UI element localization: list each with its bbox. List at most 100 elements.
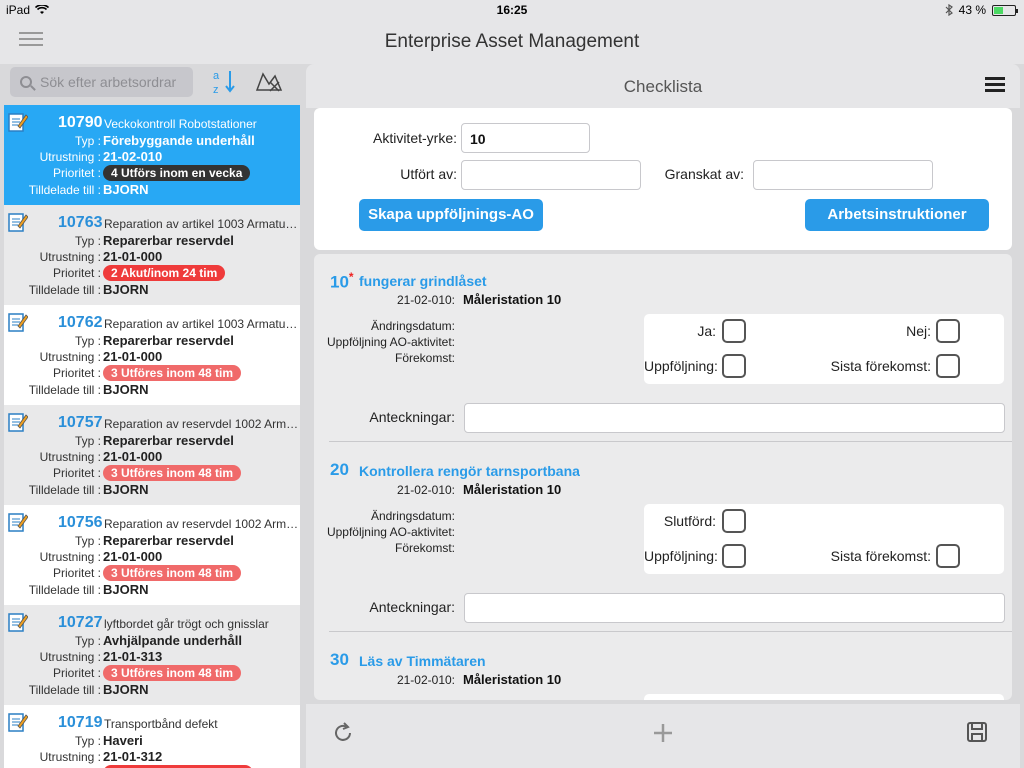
notes-field[interactable]	[464, 403, 1005, 433]
workorder-description: Reparation av artikel 1003 Armatu…	[104, 217, 298, 231]
task-title[interactable]: Läs av Timmätaren	[359, 653, 486, 669]
status-time: 16:25	[496, 3, 528, 17]
tilldelade-value: BJORN	[103, 582, 149, 597]
equipment-label: 21-02-010:	[396, 293, 455, 307]
search-icon	[20, 76, 32, 88]
typ-label: Typ :	[74, 234, 101, 248]
workorder-item[interactable]: 10727 lyftbordet går trögt och gnisslar Ty…	[4, 605, 300, 705]
tilldelade-value: BJORN	[103, 182, 149, 197]
utrustning-value: 21-01-313	[103, 649, 163, 664]
checklist-form: Aktivitet-yrke: 10 Utfört av: Granskat a…	[314, 108, 1012, 250]
checklist-panel: Checklista Aktivitet-yrke: 10 Utfört av:…	[306, 64, 1020, 768]
divider	[329, 441, 1012, 442]
workorder-item[interactable]: 10790 Veckokontroll Robotstationer Typ : Fö…	[4, 105, 300, 205]
map-icon[interactable]	[255, 70, 283, 94]
divider	[329, 631, 1012, 632]
typ-value: Reparerbar reservdel	[103, 333, 234, 348]
typ-label: Typ :	[74, 434, 101, 448]
typ-label: Typ :	[74, 534, 101, 548]
task-number: 20	[330, 460, 349, 479]
prioritet-label: Prioritet :	[52, 566, 101, 580]
granskat-field[interactable]	[753, 160, 933, 190]
tilldelade-label: Tilldelade till :	[28, 483, 101, 497]
ja-checkbox[interactable]	[722, 319, 746, 343]
utfort-field[interactable]	[461, 160, 641, 190]
tilldelade-label: Tilldelade till :	[28, 683, 101, 697]
workorder-number: 10719	[58, 714, 103, 731]
uppfoljning-checkbox[interactable]	[722, 354, 746, 378]
equipment-label: 21-02-010:	[396, 673, 455, 687]
edit-document-icon	[8, 611, 29, 633]
slutford-checkbox[interactable]	[722, 509, 746, 533]
utrustning-label: Utrustning :	[39, 250, 101, 264]
edit-document-icon	[8, 211, 29, 233]
task-title[interactable]: Kontrollera rengör tarnsportbana	[359, 463, 580, 479]
workorder-item[interactable]: 10756 Reparation av reservdel 1002 Arm… Ty…	[4, 505, 300, 605]
workorder-number: 10790	[58, 114, 103, 131]
sista-forekomst-label: Sista förekomst:	[830, 358, 931, 374]
sort-az-icon[interactable]: a z	[212, 68, 238, 96]
priority-badge: 3 Utföres inom 48 tim	[103, 565, 242, 581]
workorder-item[interactable]: 10757 Reparation av reservdel 1002 Arm… Ty…	[4, 405, 300, 505]
equipment-value: Måleristation 10	[463, 292, 562, 307]
plus-icon[interactable]	[652, 722, 674, 744]
workorder-item[interactable]: 10762 Reparation av artikel 1003 Armatu… T…	[4, 305, 300, 405]
priority-badge: 3 Utföres inom 48 tim	[103, 665, 242, 681]
battery-level	[994, 6, 1003, 14]
workorder-description: Reparation av artikel 1003 Armatu…	[104, 317, 298, 331]
tilldelade-label: Tilldelade till :	[28, 283, 101, 297]
tilldelade-value: BJORN	[103, 382, 149, 397]
workorder-number: 10763	[58, 214, 103, 231]
uppfoljning-label: Uppföljning:	[644, 358, 718, 374]
task-meta: Ändringsdatum: Uppföljning AO-aktivitet:…	[326, 319, 455, 365]
search-placeholder: Sök efter arbetsordrar	[40, 74, 177, 90]
list-menu-icon[interactable]	[985, 77, 1005, 93]
refresh-icon[interactable]	[332, 722, 354, 744]
prioritet-label: Prioritet :	[52, 266, 101, 280]
work-instructions-button[interactable]: Arbetsinstruktioner	[805, 199, 989, 231]
workorder-number: 10727	[58, 614, 103, 631]
task-number: 30	[330, 650, 349, 669]
equipment-value: Måleristation 10	[463, 482, 562, 497]
typ-value: Avhjälpande underhåll	[103, 633, 242, 648]
typ-label: Typ :	[74, 334, 101, 348]
workorder-description: Reparation av reservdel 1002 Arm…	[104, 417, 299, 431]
typ-label: Typ :	[74, 134, 101, 148]
workorder-item[interactable]: 10763 Reparation av artikel 1003 Armatu… T…	[4, 205, 300, 305]
typ-value: Reparerbar reservdel	[103, 233, 234, 248]
prioritet-label: Prioritet :	[52, 166, 101, 180]
save-icon[interactable]	[966, 721, 988, 743]
priority-badge: 2 Akut/inom 24 tim	[103, 265, 226, 281]
workorder-item[interactable]: 10719 Transportbånd defekt Typ : Haveri Utru…	[4, 705, 300, 768]
task-title[interactable]: fungerar grindlåset	[359, 273, 487, 289]
utrustning-label: Utrustning :	[39, 150, 101, 164]
sista-forekomst-checkbox[interactable]	[936, 354, 960, 378]
utrustning-value: 21-01-000	[103, 449, 163, 464]
priority-badge: 4 Utförs inom en vecka	[103, 165, 251, 181]
utrustning-label: Utrustning :	[39, 650, 101, 664]
notes-field[interactable]	[464, 593, 1005, 623]
nej-label: Nej:	[906, 323, 931, 339]
status-bar: iPad 16:25 43 %	[0, 0, 1024, 20]
task-checkboxes: Slutförd: Uppföljning: Sista förekomst:	[644, 504, 1004, 574]
utrustning-value: 21-01-312	[103, 749, 163, 764]
aktivitet-field[interactable]: 10	[461, 123, 590, 153]
sista-forekomst-checkbox[interactable]	[936, 544, 960, 568]
aktivitet-label: Aktivitet-yrke:	[372, 130, 457, 146]
workorder-number: 10756	[58, 514, 103, 531]
granskat-label: Granskat av:	[664, 166, 744, 182]
app-title: Enterprise Asset Management	[384, 31, 640, 52]
workorder-number: 10757	[58, 414, 103, 431]
uppfoljning-checkbox[interactable]	[722, 544, 746, 568]
sista-forekomst-label: Sista förekomst:	[830, 548, 931, 564]
workorder-list: 10790 Veckokontroll Robotstationer Typ : Fö…	[4, 105, 300, 768]
uppfoljning-label: Uppföljning:	[644, 548, 718, 564]
nej-checkbox[interactable]	[936, 319, 960, 343]
utrustning-label: Utrustning :	[39, 450, 101, 464]
tilldelade-label: Tilldelade till :	[28, 383, 101, 397]
search-input[interactable]: Sök efter arbetsordrar	[10, 67, 193, 97]
create-followup-button[interactable]: Skapa uppföljnings-AO	[359, 199, 543, 231]
equipment-value: Måleristation 10	[463, 672, 562, 687]
checklist-title: Checklista	[623, 77, 703, 96]
priority-badge: 3 Utföres inom 48 tim	[103, 465, 242, 481]
